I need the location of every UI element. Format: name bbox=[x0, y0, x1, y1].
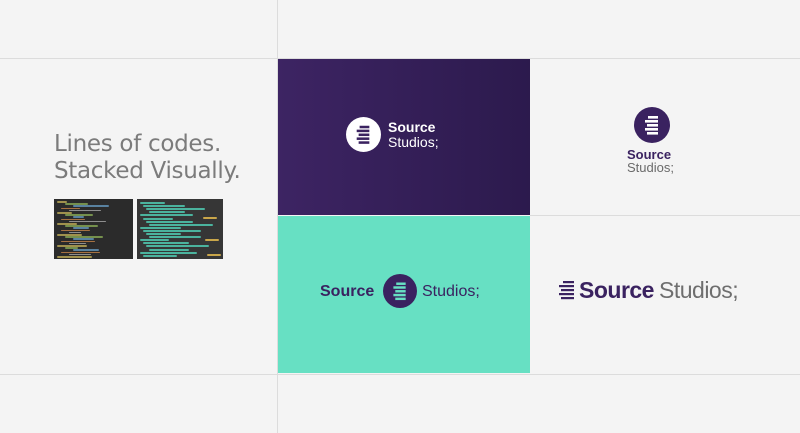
code-line bbox=[73, 249, 99, 251]
code-line bbox=[143, 205, 185, 208]
grid-divider-right-middle bbox=[530, 215, 800, 216]
code-line bbox=[143, 229, 201, 232]
logo-tile-purple: Source Studios; bbox=[278, 59, 530, 215]
logo-source-text: Source bbox=[388, 119, 436, 135]
code-line bbox=[140, 251, 197, 254]
stacked-code-thumbnail bbox=[137, 199, 223, 259]
code-annotation bbox=[207, 254, 221, 256]
tagline: Lines of codes. Stacked Visually. bbox=[54, 131, 241, 185]
logo-source-text: Source bbox=[320, 283, 375, 300]
code-line bbox=[143, 242, 189, 245]
code-line bbox=[143, 217, 173, 220]
code-line bbox=[149, 211, 185, 214]
logo-studios-text: Studios; bbox=[659, 277, 739, 303]
code-line bbox=[140, 226, 181, 229]
code-line bbox=[73, 238, 94, 240]
code-line bbox=[61, 229, 90, 232]
tagline-line-1: Lines of codes. bbox=[54, 131, 221, 157]
code-line bbox=[149, 223, 213, 226]
code-line bbox=[146, 233, 181, 235]
code-line bbox=[61, 251, 100, 254]
code-line bbox=[73, 227, 89, 229]
logo-studios-text: Studios; bbox=[388, 134, 439, 150]
code-line bbox=[146, 245, 209, 248]
code-line bbox=[140, 214, 193, 217]
code-line bbox=[149, 248, 189, 251]
code-annotation bbox=[205, 239, 219, 241]
code-editor-thumbnail bbox=[54, 199, 133, 259]
logo-mark-icon bbox=[383, 274, 417, 308]
logo-mark-icon bbox=[346, 117, 381, 152]
code-line bbox=[61, 240, 95, 243]
code-line bbox=[61, 218, 85, 221]
code-line bbox=[149, 236, 201, 239]
code-line bbox=[69, 209, 101, 212]
logo-studios-text: Studios; bbox=[422, 283, 480, 300]
code-line bbox=[146, 208, 205, 211]
code-line bbox=[140, 239, 169, 242]
code-line bbox=[146, 220, 193, 223]
grid-divider-bottom bbox=[0, 374, 800, 375]
logo-mark-icon bbox=[634, 107, 670, 143]
code-line bbox=[73, 205, 109, 207]
code-line bbox=[61, 207, 80, 210]
logo-studios-text: Studios; bbox=[627, 160, 674, 175]
code-annotation bbox=[203, 217, 217, 219]
code-line bbox=[73, 216, 84, 218]
logo-mark-icon bbox=[557, 280, 577, 300]
code-line bbox=[143, 254, 177, 257]
logo-tile-mint: Source Studios; bbox=[278, 216, 530, 373]
logo-source-text: Source bbox=[579, 277, 654, 303]
code-line bbox=[57, 256, 92, 258]
tagline-line-2: Stacked Visually. bbox=[54, 158, 241, 184]
code-line bbox=[140, 202, 165, 204]
